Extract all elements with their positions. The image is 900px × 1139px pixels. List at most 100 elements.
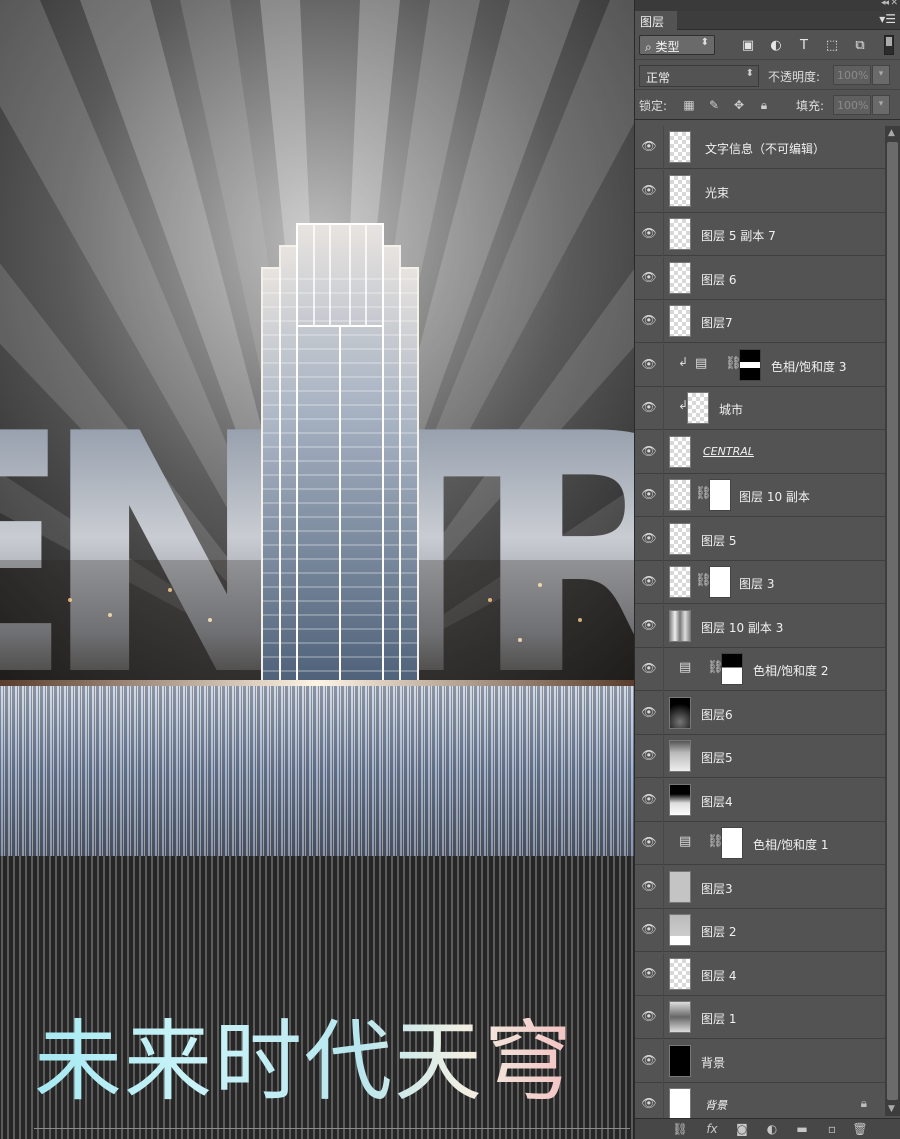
layer-row[interactable]: 👁︎ ⛓︎ 图层 3	[635, 561, 885, 604]
add-mask-icon[interactable]: ◙	[733, 1122, 751, 1137]
layer-mask-thumbnail[interactable]	[721, 827, 743, 859]
layer-mask-thumbnail[interactable]	[739, 348, 761, 381]
layer-thumbnail	[669, 131, 691, 163]
layers-panel: ◂◂ ✕ 图层 ▾☰ ⌕ 类型 ⬍ ▣ ◐ T ⬚ ⧉ 正常 ⬍ 不透明度: 1…	[634, 0, 900, 1139]
layer-thumbnail	[669, 1088, 691, 1120]
scroll-down-icon[interactable]: ▼	[888, 1104, 895, 1114]
shape-filter-icon[interactable]: ⬚	[823, 37, 841, 53]
image-filter-icon[interactable]: ▣	[739, 37, 757, 53]
layer-row[interactable]: 👁︎ 图层 10 副本 3	[635, 604, 885, 648]
layer-row[interactable]: 👁︎ 图层5	[635, 735, 885, 778]
layer-row[interactable]: 👁︎ 图层6	[635, 691, 885, 735]
layer-row[interactable]: 👁︎ 文字信息（不可编辑）	[635, 126, 885, 169]
eye-icon[interactable]: 👁︎	[641, 1053, 657, 1067]
layer-name: 图层 1	[701, 1012, 737, 1026]
layer-row[interactable]: 👁︎ ⛓︎ 图层 10 副本	[635, 474, 885, 517]
fx-icon[interactable]: fx	[703, 1122, 721, 1137]
panel-collapse-bar[interactable]: ◂◂ ✕	[635, 0, 900, 11]
filter-kind-label: 类型	[655, 40, 680, 54]
filter-toggle-switch[interactable]	[884, 35, 894, 55]
new-layer-icon[interactable]: ▫	[823, 1122, 841, 1137]
layer-thumbnail	[669, 305, 691, 337]
layer-row[interactable]: 👁︎ ▤ ⛓︎ 色相/饱和度 1	[635, 822, 885, 865]
layer-row[interactable]: 👁︎ ↲ ▤ ⛓︎ 色相/饱和度 3	[635, 343, 885, 387]
eye-icon[interactable]: 👁︎	[641, 1009, 657, 1023]
eye-icon[interactable]: 👁︎	[641, 705, 657, 719]
layer-name: 图层7	[701, 316, 733, 330]
eye-icon[interactable]: 👁︎	[641, 835, 657, 849]
layers-scrollbar[interactable]: ▲ ▼	[885, 126, 900, 1116]
layer-row[interactable]: 👁︎ 背景	[635, 1039, 885, 1083]
tab-layers[interactable]: 图层	[635, 11, 677, 30]
layer-mask-thumbnail[interactable]	[709, 479, 731, 511]
eye-icon[interactable]: 👁︎	[641, 531, 657, 545]
eye-icon[interactable]: 👁︎	[641, 748, 657, 762]
layer-row[interactable]: 👁︎ ▤ ⛓︎ 色相/饱和度 2	[635, 648, 885, 691]
layer-thumbnail	[669, 435, 691, 468]
eye-icon[interactable]: 👁︎	[641, 922, 657, 936]
eye-icon[interactable]: 👁︎	[641, 400, 657, 414]
delete-layer-icon[interactable]: 🗑︎	[851, 1122, 869, 1137]
opacity-dropdown-icon[interactable]: ▾	[872, 65, 890, 85]
eye-icon[interactable]: 👁︎	[641, 183, 657, 197]
layer-name: 图层 5 副本 7	[701, 229, 776, 243]
lock-image-icon[interactable]: ✎	[706, 97, 722, 113]
eye-icon[interactable]: 👁︎	[641, 792, 657, 806]
type-filter-icon[interactable]: T	[795, 37, 813, 53]
smart-object-filter-icon[interactable]: ⧉	[851, 37, 869, 53]
eye-icon[interactable]: 👁︎	[641, 270, 657, 284]
scroll-up-icon[interactable]: ▲	[888, 128, 895, 138]
eye-icon[interactable]: 👁︎	[641, 966, 657, 980]
layer-row[interactable]: 👁︎ 图层4	[635, 778, 885, 822]
blend-mode-select[interactable]: 正常 ⬍	[639, 65, 759, 87]
layer-row[interactable]: 👁︎ 光束	[635, 169, 885, 213]
layer-mask-thumbnail[interactable]	[721, 653, 743, 685]
collapse-arrows-icon[interactable]: ◂◂	[881, 0, 889, 8]
eye-icon[interactable]: 👁︎	[641, 1096, 657, 1110]
eye-icon[interactable]: 👁︎	[641, 574, 657, 588]
filter-kind-select[interactable]: ⌕ 类型 ⬍	[639, 35, 715, 55]
eye-icon[interactable]: 👁︎	[641, 444, 657, 458]
eye-icon[interactable]: 👁︎	[641, 618, 657, 632]
lock-position-icon[interactable]: ✥	[731, 97, 747, 113]
layer-thumbnail	[669, 609, 691, 642]
layer-row[interactable]: 👁︎ 图层 5	[635, 517, 885, 561]
eye-icon[interactable]: 👁︎	[641, 313, 657, 327]
eye-icon[interactable]: 👁︎	[641, 226, 657, 240]
adjustment-layer-icon: ▤	[695, 355, 708, 371]
link-layers-icon[interactable]: ⛓︎	[671, 1122, 689, 1137]
layer-row[interactable]: 👁︎ 图层 1	[635, 996, 885, 1039]
layer-row[interactable]: 👁︎ 图层 6	[635, 256, 885, 300]
new-adjustment-icon[interactable]: ◐	[763, 1122, 781, 1137]
close-icon[interactable]: ✕	[890, 0, 898, 8]
lock-all-icon[interactable]: 🔒︎	[756, 97, 772, 113]
panel-footer: ⛓︎ fx ◙ ◐ ▬ ▫ 🗑︎	[635, 1118, 900, 1139]
fill-field[interactable]: 100%	[833, 95, 871, 115]
layer-row[interactable]: 👁︎ 图层 2	[635, 909, 885, 952]
document-canvas[interactable]: E N T R	[0, 0, 634, 1139]
panel-menu-icon[interactable]: ▾☰	[879, 12, 896, 26]
eye-icon[interactable]: 👁︎	[641, 661, 657, 675]
layer-name: 光束	[705, 185, 730, 200]
scroll-thumb[interactable]	[887, 142, 898, 1100]
fill-dropdown-icon[interactable]: ▾	[872, 95, 890, 115]
eye-icon[interactable]: 👁︎	[641, 879, 657, 893]
eye-icon[interactable]: 👁︎	[641, 357, 657, 371]
layer-row[interactable]: 👁︎ 图层 4	[635, 952, 885, 996]
layer-row[interactable]: 👁︎ 图层 5 副本 7	[635, 213, 885, 256]
new-group-icon[interactable]: ▬	[793, 1122, 811, 1137]
layer-name: 色相/饱和度 1	[753, 838, 829, 852]
layer-name: 图层 10 副本	[739, 490, 810, 504]
adjustment-filter-icon[interactable]: ◐	[767, 37, 785, 53]
eye-icon[interactable]: 👁︎	[641, 487, 657, 501]
layer-mask-thumbnail[interactable]	[709, 566, 731, 598]
eye-icon[interactable]: 👁︎	[641, 139, 657, 153]
opacity-field[interactable]: 100%	[833, 65, 871, 85]
horizon-glow	[0, 680, 634, 686]
lock-transparent-icon[interactable]: ▦	[681, 97, 697, 113]
layer-row[interactable]: 👁︎ 图层7	[635, 300, 885, 343]
layer-name: 图层 6	[701, 272, 737, 287]
layer-row[interactable]: 👁︎ CENTRAL	[635, 430, 885, 474]
layer-row[interactable]: 👁︎ 图层3	[635, 865, 885, 909]
layer-row[interactable]: 👁︎ ↲ 城市	[635, 387, 885, 430]
